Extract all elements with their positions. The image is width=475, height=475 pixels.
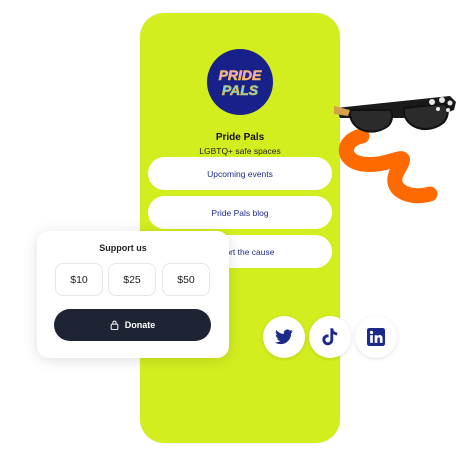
sunglasses-illustration [334,96,456,204]
profile-phone: PRIDE PALS Pride Pals LGBTQ+ safe spaces… [140,13,340,443]
donate-button[interactable]: Donate [54,309,211,341]
logo-text-line2: PALS [222,82,259,98]
profile-name: Pride Pals [215,132,265,143]
profile-bio: LGBTQ+ safe spaces [199,146,281,156]
linkedin-icon [367,328,385,346]
tiktok-button[interactable] [309,316,351,358]
twitter-button[interactable] [263,316,305,358]
support-card: Support us $10 $25 $50 Donate [37,231,229,358]
tiktok-icon [322,328,338,346]
logo-text-line1: PRIDE [219,67,262,83]
link-upcoming-events[interactable]: Upcoming events [148,157,332,190]
amount-option-25[interactable]: $25 [108,263,156,296]
link-blog[interactable]: Pride Pals blog [148,196,332,229]
pride-pals-logo-icon: PRIDE PALS [218,67,262,99]
donate-label: Donate [124,320,156,330]
linkedin-button[interactable] [355,316,397,358]
support-title: Support us [99,243,147,253]
stage: PRIDE PALS Pride Pals LGBTQ+ safe spaces… [0,0,475,475]
amount-option-10[interactable]: $10 [55,263,103,296]
lock-icon [110,320,119,330]
profile-logo: PRIDE PALS [207,49,273,115]
amount-option-50[interactable]: $50 [162,263,210,296]
twitter-icon [275,329,293,345]
